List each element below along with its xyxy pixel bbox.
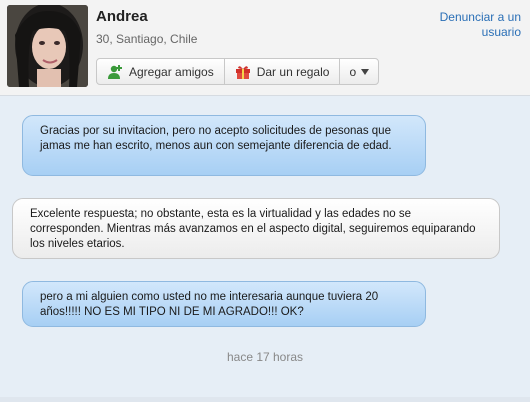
action-bar: Agregar amigos Dar un regalo o bbox=[96, 58, 380, 85]
profile-photo bbox=[7, 5, 88, 87]
gift-icon bbox=[235, 64, 251, 80]
dropdown-arrow-icon bbox=[361, 68, 370, 75]
add-friends-label: Agregar amigos bbox=[129, 64, 214, 79]
avatar[interactable] bbox=[7, 5, 88, 87]
report-user-link[interactable]: Denunciar a un usuario bbox=[411, 10, 521, 40]
footer-divider bbox=[0, 397, 530, 402]
more-options-label: o bbox=[349, 64, 357, 79]
message-bubble: Gracias por su invitacion, pero no acept… bbox=[22, 115, 426, 176]
add-user-icon bbox=[107, 64, 123, 80]
message-timestamp: hace 17 horas bbox=[226, 350, 304, 364]
message-bubble: pero a mi alguien como usted no me inter… bbox=[22, 281, 426, 327]
profile-header: Andrea 30, Santiago, Chile Denunciar a u… bbox=[0, 0, 530, 96]
profile-location: 30, Santiago, Chile bbox=[96, 32, 198, 46]
give-gift-button[interactable]: Dar un regalo bbox=[225, 59, 341, 84]
message-bubble: Excelente respuesta; no obstante, esta e… bbox=[12, 198, 500, 259]
add-friends-button[interactable]: Agregar amigos bbox=[97, 59, 225, 84]
give-gift-label: Dar un regalo bbox=[256, 64, 330, 79]
more-options-dropdown[interactable]: o bbox=[340, 59, 378, 84]
profile-name[interactable]: Andrea bbox=[96, 8, 148, 25]
